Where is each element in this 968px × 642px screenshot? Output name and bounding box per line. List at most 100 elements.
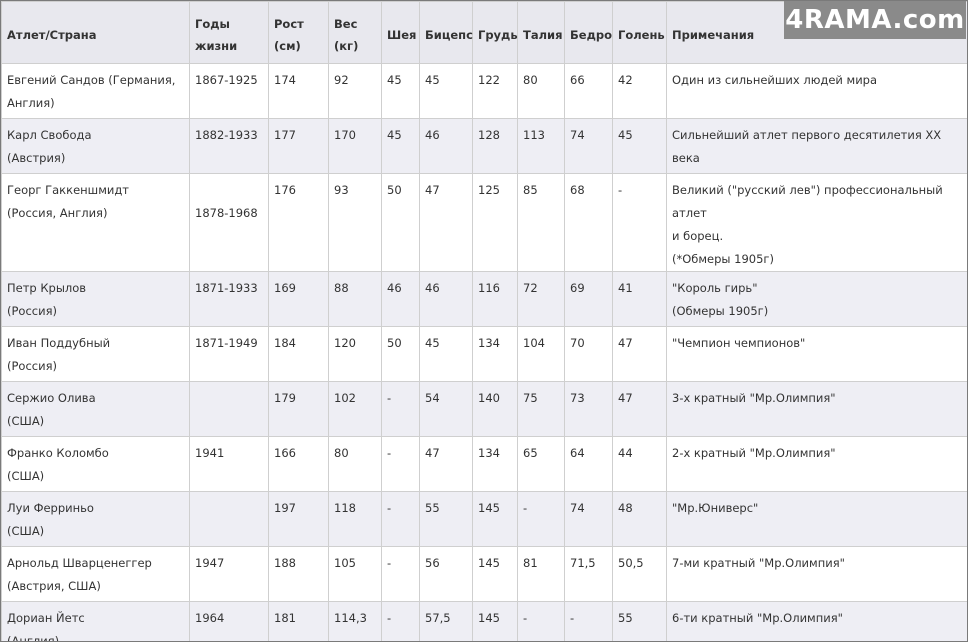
- cell-calf: 41: [612, 271, 667, 327]
- cell-athlete: Иван Поддубный (Россия): [1, 326, 190, 382]
- cell-height: 169: [268, 271, 329, 327]
- header-years: Годы жизни: [189, 1, 269, 64]
- cell-waist: 81: [517, 546, 565, 602]
- cell-neck: 50: [381, 326, 420, 382]
- cell-biceps: 46: [419, 271, 473, 327]
- table-row: Иван Поддубный (Россия) 1871-1949 184 120…: [1, 326, 967, 382]
- cell-notes: 3-х кратный "Мр.Олимпия": [666, 381, 967, 437]
- cell-notes: 6-ти кратный "Мр.Олимпия": [666, 601, 967, 641]
- cell-thigh: 68: [564, 173, 613, 272]
- cell-years: 1871-1933: [189, 271, 269, 327]
- cell-notes: Великий ("русский лев") профессиональный…: [666, 173, 967, 272]
- cell-notes: 7-ми кратный "Мр.Олимпия": [666, 546, 967, 602]
- cell-chest: 128: [472, 118, 518, 174]
- cell-waist: 65: [517, 436, 565, 492]
- cell-thigh: 64: [564, 436, 613, 492]
- cell-neck: -: [381, 381, 420, 437]
- cell-years: 1941: [189, 436, 269, 492]
- table-row: Дориан Йетс (Англия) 1964 181 114,3 - 57,…: [1, 601, 967, 641]
- header-waist: Талия: [517, 1, 565, 64]
- cell-thigh: 69: [564, 271, 613, 327]
- cell-chest: 125: [472, 173, 518, 272]
- table-row: Сержио Олива (США) 179 102 - 54 140 75 73…: [1, 381, 967, 437]
- cell-chest: 145: [472, 601, 518, 641]
- cell-biceps: 45: [419, 326, 473, 382]
- cell-waist: 85: [517, 173, 565, 272]
- cell-athlete: Дориан Йетс (Англия): [1, 601, 190, 641]
- cell-neck: 50: [381, 173, 420, 272]
- cell-calf: -: [612, 173, 667, 272]
- cell-notes: "Мр.Юниверс": [666, 491, 967, 547]
- cell-athlete: Георг Гаккеншмидт (Россия, Англия): [1, 173, 190, 272]
- cell-weight: 118: [328, 491, 382, 547]
- header-weight: Вес (кг): [328, 1, 382, 64]
- cell-calf: 45: [612, 118, 667, 174]
- table-row: Арнольд Шварценеггер (Австрия, США) 1947 …: [1, 546, 967, 602]
- cell-biceps: 47: [419, 436, 473, 492]
- cell-height: 188: [268, 546, 329, 602]
- cell-years: 1964: [189, 601, 269, 641]
- cell-weight: 88: [328, 271, 382, 327]
- cell-height: 166: [268, 436, 329, 492]
- cell-biceps: 47: [419, 173, 473, 272]
- cell-calf: 48: [612, 491, 667, 547]
- cell-biceps: 55: [419, 491, 473, 547]
- cell-height: 174: [268, 63, 329, 119]
- cell-biceps: 46: [419, 118, 473, 174]
- cell-notes: Один из сильнейших людей мира: [666, 63, 967, 119]
- cell-athlete: Евгений Сандов (Германия, Англия): [1, 63, 190, 119]
- cell-calf: 47: [612, 326, 667, 382]
- cell-biceps: 45: [419, 63, 473, 119]
- cell-years: 1867-1925: [189, 63, 269, 119]
- cell-waist: -: [517, 601, 565, 641]
- cell-thigh: 70: [564, 326, 613, 382]
- athletes-table: Атлет/Страна Годы жизни Рост (см) Вес (кг) …: [1, 1, 967, 641]
- cell-height: 181: [268, 601, 329, 641]
- cell-years: 1882-1933: [189, 118, 269, 174]
- cell-calf: 50,5: [612, 546, 667, 602]
- cell-waist: -: [517, 491, 565, 547]
- header-chest: Грудь: [472, 1, 518, 64]
- cell-biceps: 54: [419, 381, 473, 437]
- cell-waist: 75: [517, 381, 565, 437]
- cell-weight: 170: [328, 118, 382, 174]
- cell-athlete: Арнольд Шварценеггер (Австрия, США): [1, 546, 190, 602]
- cell-neck: 46: [381, 271, 420, 327]
- cell-height: 176: [268, 173, 329, 272]
- cell-chest: 134: [472, 436, 518, 492]
- cell-weight: 105: [328, 546, 382, 602]
- cell-years: 1871-1949: [189, 326, 269, 382]
- cell-chest: 134: [472, 326, 518, 382]
- cell-athlete: Петр Крылов (Россия): [1, 271, 190, 327]
- cell-calf: 47: [612, 381, 667, 437]
- cell-chest: 145: [472, 546, 518, 602]
- cell-thigh: 71,5: [564, 546, 613, 602]
- cell-biceps: 57,5: [419, 601, 473, 641]
- cell-athlete: Луи Ферриньо (США): [1, 491, 190, 547]
- cell-waist: 113: [517, 118, 565, 174]
- cell-calf: 55: [612, 601, 667, 641]
- page-frame: Атлет/Страна Годы жизни Рост (см) Вес (кг) …: [0, 0, 968, 642]
- table-row: Петр Крылов (Россия) 1871-1933 169 88 46 …: [1, 271, 967, 327]
- cell-weight: 80: [328, 436, 382, 492]
- cell-thigh: 73: [564, 381, 613, 437]
- cell-weight: 114,3: [328, 601, 382, 641]
- cell-neck: -: [381, 601, 420, 641]
- cell-neck: 45: [381, 118, 420, 174]
- cell-notes: "Чемпион чемпионов": [666, 326, 967, 382]
- cell-neck: 45: [381, 63, 420, 119]
- cell-notes: Сильнейший атлет первого десятилетия XX …: [666, 118, 967, 174]
- cell-height: 184: [268, 326, 329, 382]
- cell-athlete: Карл Свобода (Австрия): [1, 118, 190, 174]
- header-thigh: Бедро: [564, 1, 613, 64]
- cell-waist: 72: [517, 271, 565, 327]
- cell-height: 179: [268, 381, 329, 437]
- cell-thigh: -: [564, 601, 613, 641]
- cell-height: 197: [268, 491, 329, 547]
- cell-biceps: 56: [419, 546, 473, 602]
- cell-chest: 122: [472, 63, 518, 119]
- cell-thigh: 74: [564, 491, 613, 547]
- cell-height: 177: [268, 118, 329, 174]
- cell-thigh: 74: [564, 118, 613, 174]
- header-biceps: Бицепс: [419, 1, 473, 64]
